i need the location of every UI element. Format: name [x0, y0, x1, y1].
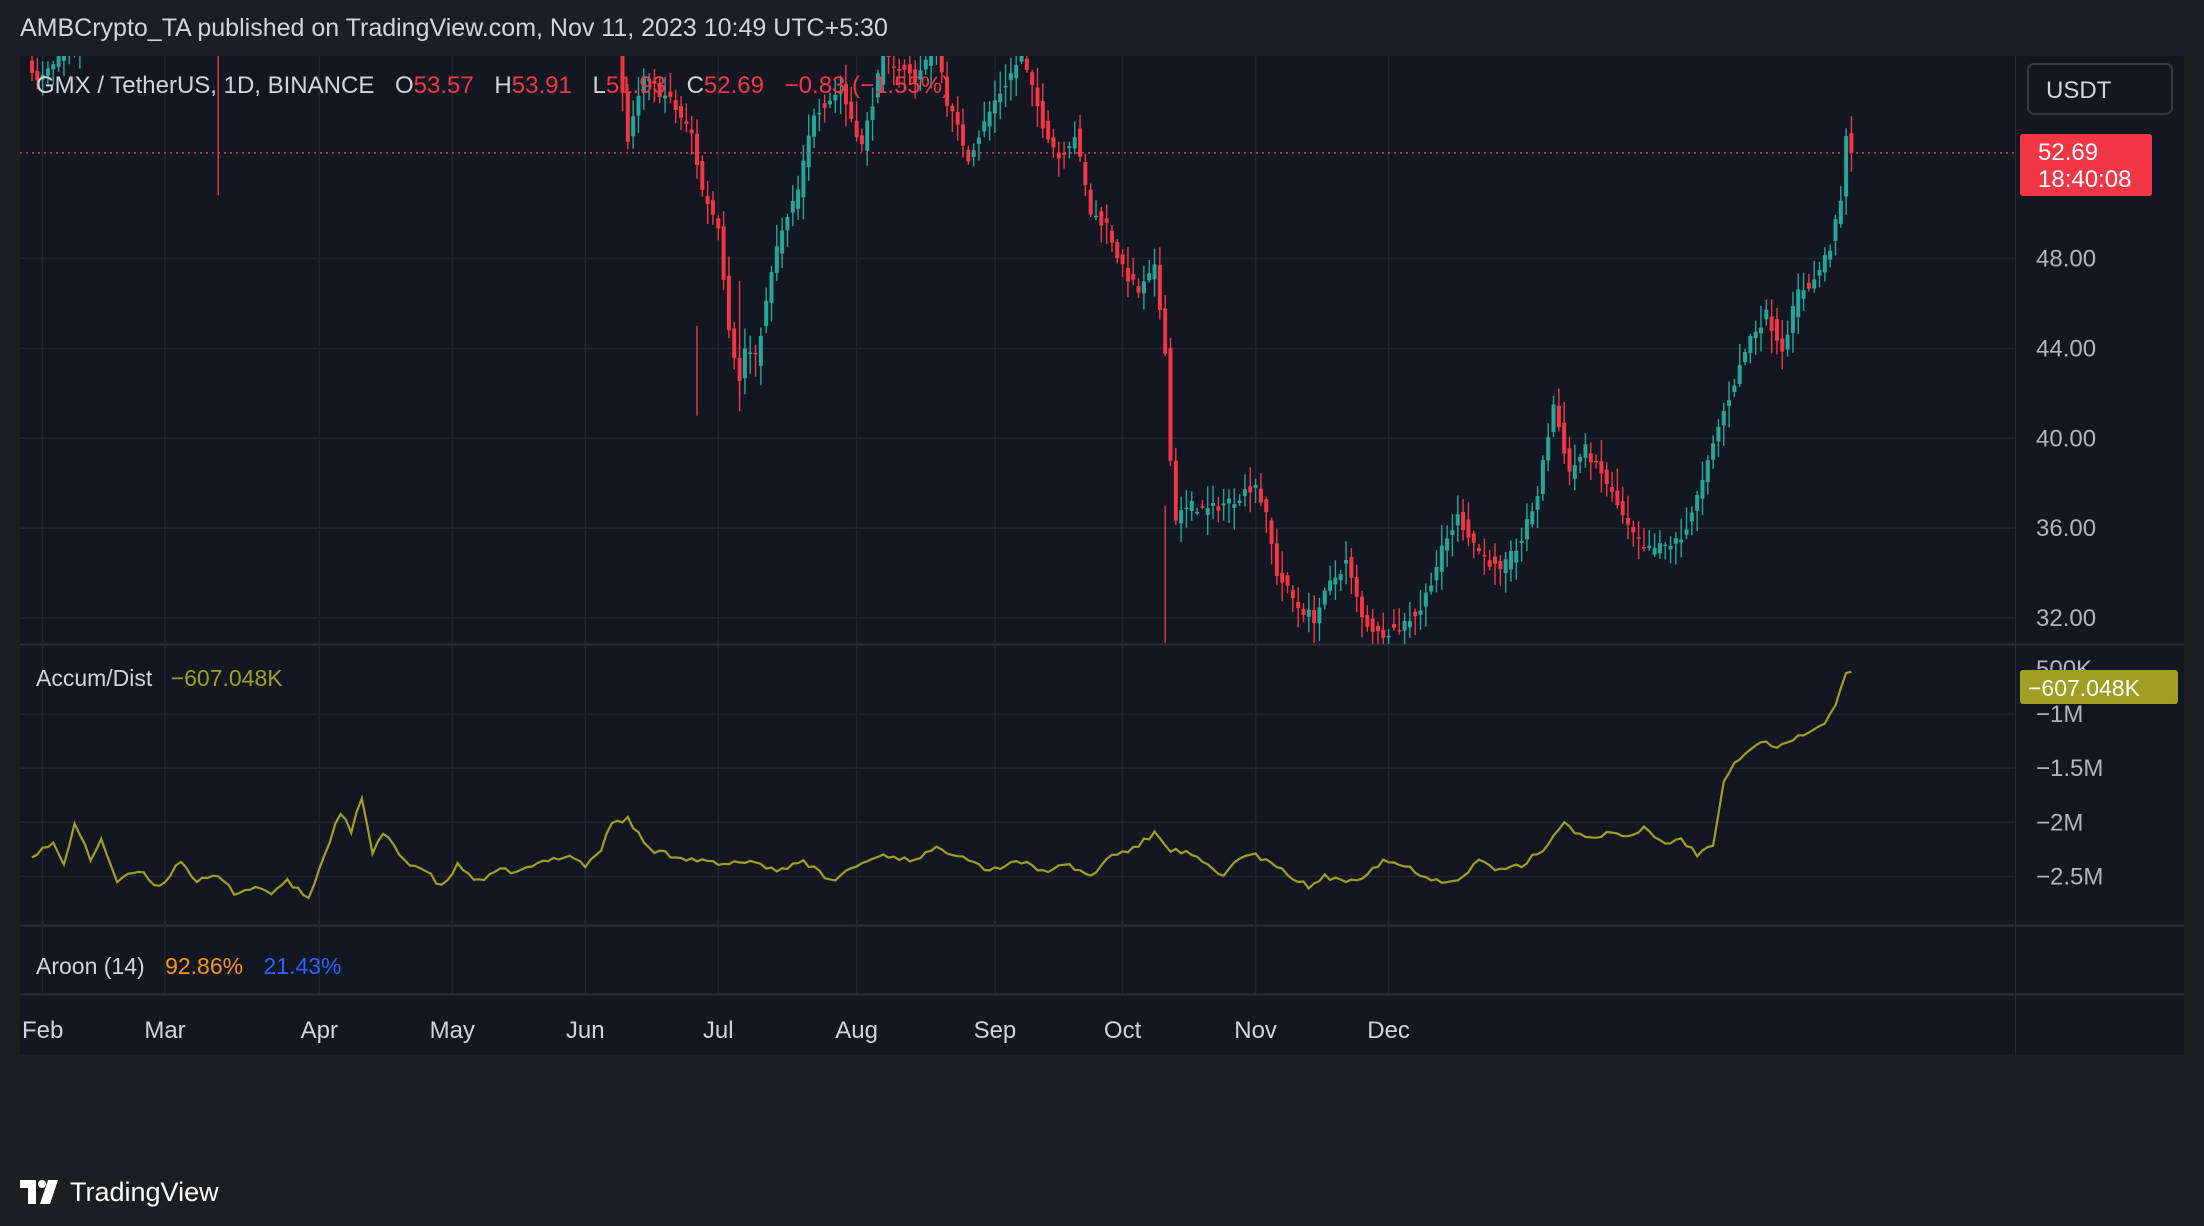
- low-label: L: [592, 72, 605, 99]
- aroon-up-value: 92.86%: [165, 953, 243, 979]
- price-tick-label: 32.00: [2036, 605, 2096, 632]
- change-value: −0.83 (−1.55%): [785, 72, 950, 99]
- time-tick-label: Nov: [1234, 1017, 1277, 1044]
- low-value: 51.93: [606, 72, 666, 99]
- aroon-pane[interactable]: [20, 926, 2184, 994]
- time-tick-label: May: [430, 1017, 475, 1044]
- price-tick-label: 44.00: [2036, 335, 2096, 362]
- accum-tick-label: −2M: [2036, 809, 2083, 836]
- accum-tick-label: −2.5M: [2036, 863, 2103, 890]
- candle[interactable]: [1168, 338, 1173, 467]
- time-tick-label: Sep: [974, 1017, 1017, 1044]
- aroon-down-value: 21.43%: [263, 953, 341, 979]
- high-label: H: [494, 72, 511, 99]
- time-tick-label: Aug: [835, 1017, 878, 1044]
- footer-brand[interactable]: TradingView: [20, 1172, 219, 1212]
- price-tick-label: 48.00: [2036, 245, 2096, 272]
- price-tick-label: 36.00: [2036, 515, 2096, 542]
- time-tick-label: Oct: [1104, 1017, 1142, 1044]
- time-tick-label: Apr: [301, 1017, 338, 1044]
- time-tick-label: Mar: [144, 1017, 185, 1044]
- last-price-value: 52.69: [2038, 139, 2098, 166]
- high-value: 53.91: [512, 72, 572, 99]
- countdown-value: 18:40:08: [2038, 166, 2131, 193]
- chart-area[interactable]: 48.00 44.00 40.00 36.00 32.00 500K −1M −1.5M −2…: [20, 56, 2184, 1156]
- publish-header: AMBCrypto_TA published on TradingView.co…: [0, 0, 2204, 56]
- publisher-line: AMBCrypto_TA published on TradingView.co…: [20, 14, 888, 42]
- accum-tick-label: −1.5M: [2036, 755, 2103, 782]
- open-value: 53.57: [414, 72, 474, 99]
- aroon-legend-name: Aroon (14): [36, 953, 145, 979]
- aroon-legend: Aroon (14) 92.86% 21.43%: [36, 953, 341, 979]
- symbol-label: GMX / TetherUS, 1D, BINANCE: [36, 72, 374, 99]
- time-tick-label: Jul: [703, 1017, 734, 1044]
- footer-brand-text: TradingView: [70, 1176, 219, 1207]
- currency-label: USDT: [2046, 77, 2112, 104]
- tradingview-logo-icon: [20, 1180, 58, 1204]
- time-axis[interactable]: [20, 995, 2184, 1055]
- close-label: C: [687, 72, 704, 99]
- time-tick-label: Feb: [22, 1017, 63, 1044]
- price-tick-label: 40.00: [2036, 425, 2096, 452]
- price-pane[interactable]: [20, 56, 2184, 644]
- time-tick-label: Jun: [566, 1017, 605, 1044]
- accum-tick-label: −1M: [2036, 701, 2083, 728]
- open-label: O: [395, 72, 414, 99]
- time-tick-label: Dec: [1367, 1017, 1410, 1044]
- accum-pane[interactable]: [20, 645, 2184, 925]
- chart-svg[interactable]: 48.0044.0040.0036.0032.00 500K−1M−1.5M−2…: [20, 56, 2184, 1156]
- close-value: 52.69: [704, 72, 764, 99]
- accum-badge-value: −607.048K: [2028, 675, 2141, 701]
- accum-legend-name: Accum/Dist: [36, 665, 153, 691]
- accum-legend-value: −607.048K: [171, 665, 284, 691]
